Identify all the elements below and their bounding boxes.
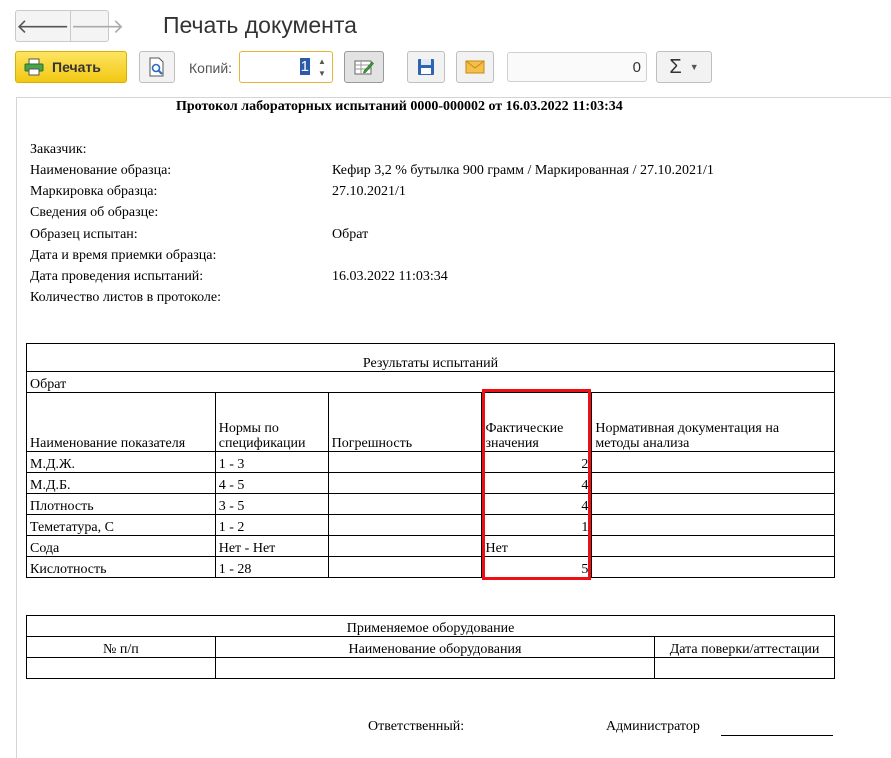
preview-icon (149, 57, 164, 77)
cell-docs (591, 493, 835, 515)
arrow-left-icon: 🡐 (16, 15, 70, 38)
cell-norm: 1 - 3 (214, 451, 329, 473)
preview-button[interactable] (139, 51, 175, 83)
equipment-table: Применяемое оборудование № п/п Наименова… (26, 615, 835, 679)
cell-error (327, 514, 483, 536)
print-button[interactable]: Печать (15, 51, 127, 83)
cell-docs (591, 472, 835, 494)
results-table: Результаты испытаний Обрат Наименование … (26, 343, 835, 578)
header-norm-line2: спецификации (218, 436, 306, 451)
field-value: 27.10.2021/1 (332, 184, 406, 199)
cell-error (327, 472, 483, 494)
results-group: Обрат (26, 371, 835, 393)
table-row (26, 657, 835, 679)
chevron-up-icon[interactable]: ▲ (318, 57, 326, 66)
signature-line (721, 735, 833, 736)
copies-value: 1 (299, 58, 310, 75)
table-row: М.Д.Ж. 1 - 3 2 (26, 451, 835, 473)
copies-stepper[interactable]: ▲ ▼ (315, 55, 329, 79)
sum-button[interactable]: Σ ▼ (656, 51, 712, 83)
field-value: 16.03.2022 11:03:34 (332, 269, 448, 284)
navigation-buttons: 🡐 🡒 (15, 10, 124, 42)
cell-norm: 4 - 5 (214, 472, 329, 494)
cell-error (327, 535, 483, 557)
cell-name: М.Д.Ж. (26, 451, 216, 473)
print-label: Печать (52, 59, 101, 75)
results-title: Результаты испытаний (26, 343, 835, 372)
header-num: № п/п (26, 636, 216, 658)
header-norm: Нормы по спецификации (214, 392, 329, 452)
cell-docs (591, 514, 835, 536)
copies-input[interactable]: 1 ▲ ▼ (239, 51, 333, 83)
printer-icon (24, 58, 44, 76)
sigma-icon: Σ (669, 55, 682, 78)
cell-docs (591, 556, 835, 578)
field-value: Кефир 3,2 % бутылка 900 грамм / Маркиров… (332, 163, 714, 178)
responsible-name: Администратор (606, 719, 700, 734)
copies-label: Копий: (189, 60, 233, 76)
field-label: Заказчик: (30, 142, 87, 157)
envelope-icon (465, 60, 485, 74)
header-docs-line2: методы анализа (595, 436, 690, 451)
back-button[interactable]: 🡐 (16, 11, 70, 41)
field-value: Обрат (332, 227, 369, 242)
header-docs: Нормативная документация на методы анализ… (591, 392, 835, 452)
chevron-down-icon[interactable]: ▼ (318, 69, 326, 78)
cell-error (327, 451, 483, 473)
cell-name: Плотность (26, 493, 216, 515)
sum-field[interactable]: 0 (507, 52, 647, 82)
header-name: Наименование показателя (26, 392, 216, 452)
cell-num (26, 657, 216, 679)
mail-button[interactable] (456, 51, 494, 83)
window-title: Печать документа (163, 12, 357, 38)
highlight-box (482, 389, 591, 580)
cell-name: М.Д.Б. (26, 472, 216, 494)
cell-docs (591, 535, 835, 557)
floppy-icon (418, 59, 434, 75)
cell-name: Сода (26, 535, 216, 557)
cell-check-date (654, 657, 835, 679)
header-equipment-name: Наименование оборудования (214, 636, 656, 658)
cell-name: Теметатура, С (26, 514, 216, 536)
field-label: Дата проведения испытаний: (30, 269, 204, 284)
equipment-title: Применяемое оборудование (26, 615, 835, 637)
table-row: М.Д.Б. 4 - 5 4 (26, 472, 835, 494)
edit-table-icon (354, 60, 374, 75)
document-title: Протокол лабораторных испытаний 0000-000… (176, 99, 623, 114)
arrow-right-icon: 🡒 (70, 15, 125, 38)
table-row: Кислотность 1 - 28 5 (26, 556, 835, 578)
header-check-date: Дата поверки/аттестации (654, 636, 835, 658)
header-docs-line1: Нормативная документация на (595, 421, 780, 436)
responsible-label: Ответственный: (368, 719, 465, 734)
cell-norm: 3 - 5 (214, 493, 329, 515)
cell-error (327, 493, 483, 515)
sum-value: 0 (632, 59, 641, 76)
cell-norm: Нет - Нет (214, 535, 329, 557)
chevron-down-icon: ▼ (689, 62, 699, 72)
field-label: Сведения об образце: (30, 205, 159, 220)
field-label: Наименование образца: (30, 163, 172, 178)
table-row: Теметатура, С 1 - 2 1 (26, 514, 835, 536)
cell-norm: 1 - 2 (214, 514, 329, 536)
table-row: Сода Нет - Нет Нет (26, 535, 835, 557)
table-row: Плотность 3 - 5 4 (26, 493, 835, 515)
cell-name: Кислотность (26, 556, 216, 578)
field-label: Маркировка образца: (30, 184, 158, 199)
forward-button[interactable]: 🡒 (69, 11, 125, 41)
cell-error (327, 556, 483, 578)
edit-button[interactable] (344, 51, 384, 83)
field-label: Дата и время приемки образца: (30, 248, 217, 263)
field-label: Количество листов в протоколе: (30, 290, 221, 305)
header-error: Погрешность (327, 392, 483, 452)
cell-docs (591, 451, 835, 473)
save-button[interactable] (407, 51, 445, 83)
field-label: Образец испытан: (30, 227, 138, 242)
header-norm-line1: Нормы по (218, 421, 279, 436)
cell-equipment-name (214, 657, 656, 679)
cell-norm: 1 - 28 (214, 556, 329, 578)
